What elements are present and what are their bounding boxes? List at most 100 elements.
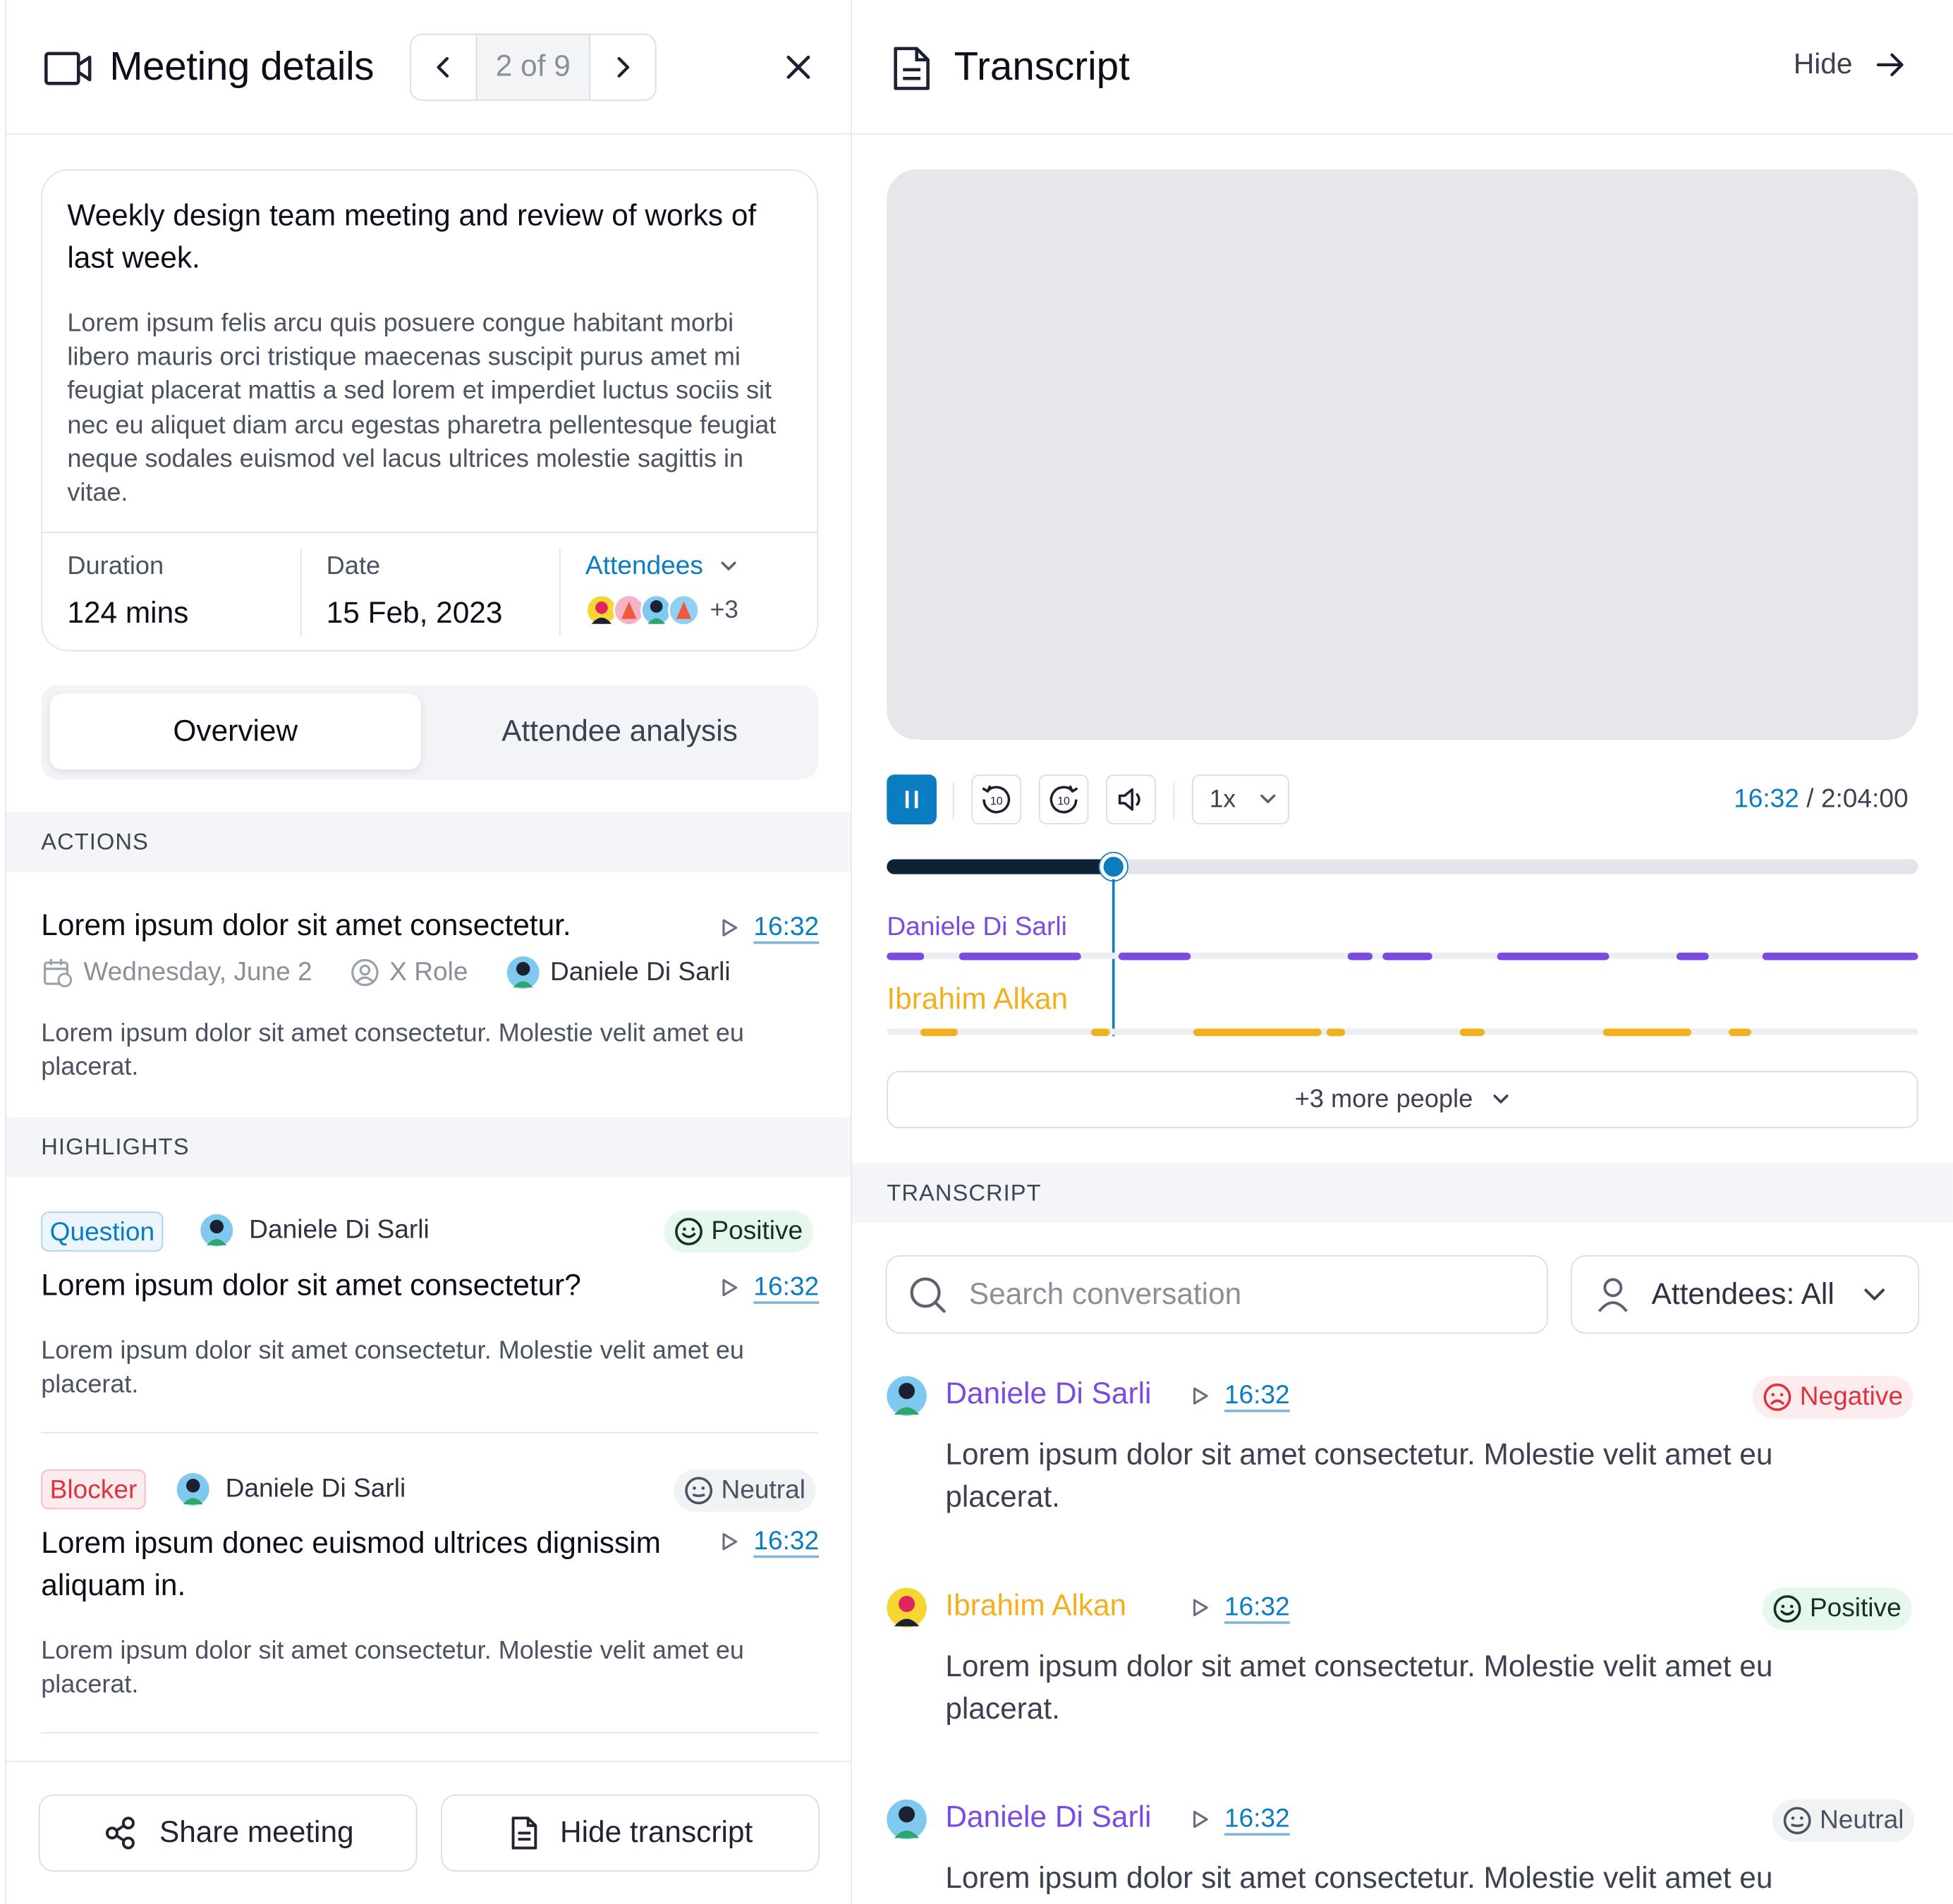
speech-segment[interactable] xyxy=(1602,1027,1692,1036)
duration-block: Duration 124 mins xyxy=(67,551,188,639)
sentiment-label: Positive xyxy=(711,1216,803,1245)
chevron-down-icon xyxy=(1260,794,1276,804)
tab-attendee-analysis[interactable]: Attendee analysis xyxy=(430,694,810,770)
close-icon[interactable] xyxy=(779,49,817,86)
speech-segment[interactable] xyxy=(1193,1027,1322,1036)
attendee-avatars: +3 xyxy=(585,594,738,626)
speech-segment[interactable] xyxy=(1762,952,1918,960)
chevron-down-icon xyxy=(1492,1094,1508,1104)
date-label: Date xyxy=(326,551,381,580)
highlight-time: 16:32 xyxy=(753,1272,820,1302)
attendee-filter-select[interactable]: Attendees: All xyxy=(1570,1255,1920,1334)
meeting-description: Lorem ipsum felis arcu quis posuere cong… xyxy=(67,310,777,507)
pause-icon xyxy=(905,791,918,809)
play-icon xyxy=(1193,1599,1208,1616)
sentiment-badge: Negative xyxy=(1752,1376,1914,1419)
sentiment-label: Positive xyxy=(1809,1594,1902,1623)
share-icon xyxy=(105,1817,135,1850)
speech-segment[interactable] xyxy=(1118,952,1191,960)
tab-overview[interactable]: Overview xyxy=(49,693,421,770)
entry-timestamp-link[interactable]: 16:32 xyxy=(1192,1593,1290,1623)
action-time: 16:32 xyxy=(753,913,820,942)
question-tag: Question xyxy=(41,1212,164,1252)
highlight-time: 16:32 xyxy=(753,1526,820,1556)
action-assignee-name: Daniele Di Sarli xyxy=(550,957,731,987)
meeting-footer: Share meeting Hide transcript xyxy=(6,1760,851,1904)
highlight-timestamp-link[interactable]: 16:32 xyxy=(721,1527,819,1556)
playback-progress-bar[interactable] xyxy=(887,859,1918,874)
entry-speaker-name[interactable]: Daniele Di Sarli xyxy=(945,1800,1151,1835)
highlight-body: Lorem ipsum dolor sit amet consectetur. … xyxy=(41,1337,744,1399)
entry-timestamp-link[interactable]: 16:32 xyxy=(1192,1805,1290,1834)
duration-label: Duration xyxy=(67,551,164,580)
page-title: Meeting details xyxy=(109,43,375,89)
hide-transcript-button[interactable]: Hide transcript xyxy=(441,1794,820,1872)
time-readout: 16:32 / 2:04:00 xyxy=(1734,785,1908,814)
speaker-timeline-ibrahim[interactable] xyxy=(887,1027,1918,1036)
scrubber-handle[interactable] xyxy=(1100,853,1128,881)
speaker-name: Daniele Di Sarli xyxy=(225,1474,406,1503)
previous-meeting-button[interactable] xyxy=(411,35,476,99)
sentiment-label: Neutral xyxy=(1819,1805,1904,1835)
entry-timestamp-link[interactable]: 16:32 xyxy=(1192,1381,1290,1410)
meeting-summary-card: Weekly design team meeting and review of… xyxy=(41,169,819,652)
entry-speaker-name[interactable]: Ibrahim Alkan xyxy=(945,1589,1126,1623)
divider xyxy=(300,549,302,637)
duration-value: 124 mins xyxy=(67,596,189,630)
calendar-icon xyxy=(43,958,73,988)
action-date: Wednesday, June 2 xyxy=(41,956,312,989)
forward-10-button[interactable]: 10 xyxy=(1038,774,1089,825)
speech-segment[interactable] xyxy=(1497,952,1610,960)
playback-speed-select[interactable]: 1x xyxy=(1191,774,1289,825)
divider xyxy=(41,1432,819,1434)
volume-icon xyxy=(1118,788,1140,811)
volume-button[interactable] xyxy=(1106,774,1156,825)
action-meta: Wednesday, June 2 X Role Daniele Di Sarl… xyxy=(41,955,767,989)
entry-time: 16:32 xyxy=(1224,1804,1290,1833)
entry-text: Lorem ipsum dolor sit amet consectetur. … xyxy=(945,1438,1773,1515)
forward-10-icon: 10 xyxy=(1049,785,1078,814)
action-body: Lorem ipsum dolor sit amet consectetur. … xyxy=(41,1020,744,1082)
speech-segment[interactable] xyxy=(959,952,1081,960)
speech-segment[interactable] xyxy=(1347,952,1373,960)
play-icon xyxy=(722,919,738,936)
highlight-timestamp-link[interactable]: 16:32 xyxy=(721,1273,819,1302)
action-assignee: Daniele Di Sarli xyxy=(505,955,731,989)
speech-segment[interactable] xyxy=(1090,1027,1110,1036)
avatar xyxy=(506,956,540,989)
share-meeting-button[interactable]: Share meeting xyxy=(38,1794,418,1872)
next-meeting-button[interactable] xyxy=(590,35,655,99)
pause-button[interactable] xyxy=(887,774,937,825)
speaker-timeline-daniele[interactable] xyxy=(887,952,1918,960)
action-title: Lorem ipsum dolor sit amet consectetur. xyxy=(41,909,571,943)
attendees-dropdown[interactable]: Attendees xyxy=(585,551,738,581)
hide-panel-button[interactable]: Hide xyxy=(1794,47,1907,81)
search-conversation-input[interactable]: Search conversation xyxy=(885,1255,1549,1334)
document-icon xyxy=(891,45,933,92)
video-player[interactable] xyxy=(887,169,1918,740)
entry-speaker-name[interactable]: Daniele Di Sarli xyxy=(945,1377,1151,1412)
action-timestamp-link[interactable]: 16:32 xyxy=(721,913,819,942)
rewind-10-button[interactable]: 10 xyxy=(971,774,1022,825)
progress-fill xyxy=(887,859,1114,874)
speech-segment[interactable] xyxy=(1729,1027,1751,1036)
speech-segment[interactable] xyxy=(1382,952,1432,960)
entry-time: 16:32 xyxy=(1224,1381,1290,1410)
meeting-pager: 2 of 9 xyxy=(409,33,657,102)
sentiment-badge: Positive xyxy=(1762,1587,1911,1630)
share-meeting-label: Share meeting xyxy=(159,1815,354,1850)
more-people-button[interactable]: +3 more people xyxy=(887,1070,1918,1128)
speaker-label-ibrahim: Ibrahim Alkan xyxy=(887,982,1069,1016)
speech-segment[interactable] xyxy=(920,1027,958,1036)
speech-segment[interactable] xyxy=(1459,1027,1485,1036)
entry-text: Lorem ipsum dolor sit amet consectetur. … xyxy=(945,1649,1773,1726)
divider xyxy=(41,1732,819,1734)
user-icon xyxy=(1598,1277,1628,1312)
divider xyxy=(1173,781,1175,819)
play-icon xyxy=(1193,1387,1208,1405)
speech-segment[interactable] xyxy=(887,952,925,960)
speech-segment[interactable] xyxy=(1326,1027,1346,1036)
chevron-right-icon xyxy=(617,56,630,78)
speech-segment[interactable] xyxy=(1676,952,1709,960)
pager-indicator: 2 of 9 xyxy=(475,35,591,100)
